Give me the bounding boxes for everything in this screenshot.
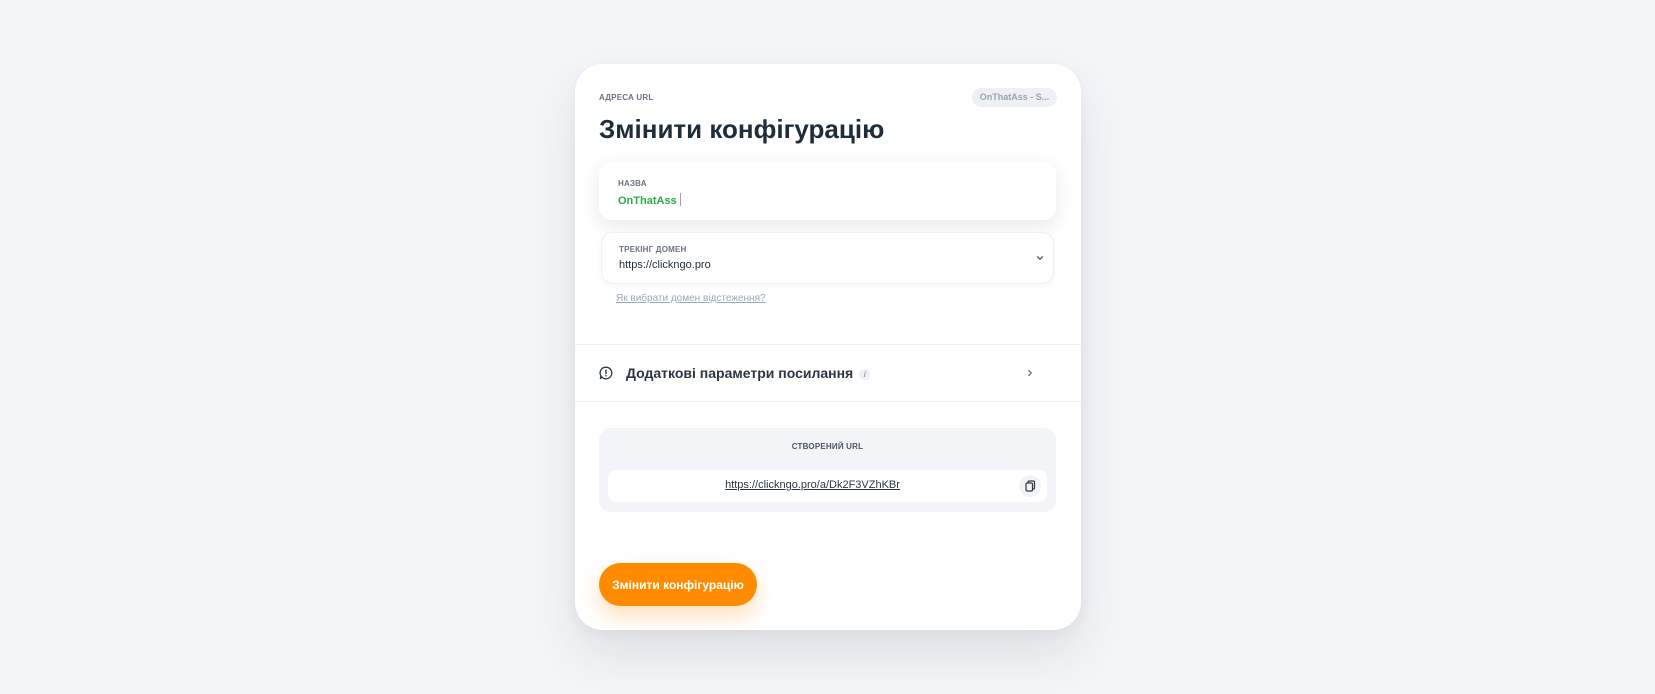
text-caret [679, 193, 681, 206]
generated-url-label: СТВОРЕНИЙ URL [791, 442, 864, 451]
section-eyebrow: АДРЕСА URL [599, 93, 654, 102]
tracking-domain-label: ТРЕКІНГ ДОМЕН [619, 245, 687, 254]
page-title: Змінити конфігурацію [599, 114, 885, 144]
tracking-domain-help-link[interactable]: Як вибрати домен відстеження? [616, 293, 766, 304]
divider [575, 401, 1081, 402]
alert-circle-icon [599, 366, 613, 380]
name-field-value[interactable]: OnThatAss [618, 193, 681, 207]
link-name-chip: OnThatAss - S... [972, 88, 1057, 107]
generated-url-panel: СТВОРЕНИЙ URL https://clickngo.pro/a/Dk2… [599, 428, 1056, 512]
name-field-label: НАЗВА [618, 179, 647, 188]
tracking-domain-value: https://clickngo.pro [619, 259, 711, 271]
chevron-down-icon[interactable] [1035, 253, 1045, 263]
generated-url-field: https://clickngo.pro/a/Dk2F3VZhKBr [608, 470, 1047, 502]
config-card: АДРЕСА URL OnThatAss - S... Змінити конф… [575, 64, 1081, 630]
tracking-domain-select[interactable]: ТРЕКІНГ ДОМЕН https://clickngo.pro [601, 232, 1054, 284]
info-icon[interactable]: i [859, 369, 871, 380]
additional-params-text: Додаткові параметри посилання [626, 365, 854, 381]
copy-url-button[interactable] [1019, 475, 1041, 497]
copy-icon [1025, 480, 1036, 492]
additional-params-toggle[interactable]: Додаткові параметри посилання i [575, 345, 1081, 401]
chevron-right-icon [1028, 369, 1032, 377]
name-input-text: OnThatAss [618, 195, 677, 207]
additional-params-label: Додаткові параметри посилання i [626, 365, 871, 381]
name-field[interactable]: НАЗВА OnThatAss [599, 162, 1056, 220]
generated-url-link[interactable]: https://clickngo.pro/a/Dk2F3VZhKBr [608, 479, 1017, 491]
submit-config-button[interactable]: Змінити конфігурацію [599, 563, 757, 606]
